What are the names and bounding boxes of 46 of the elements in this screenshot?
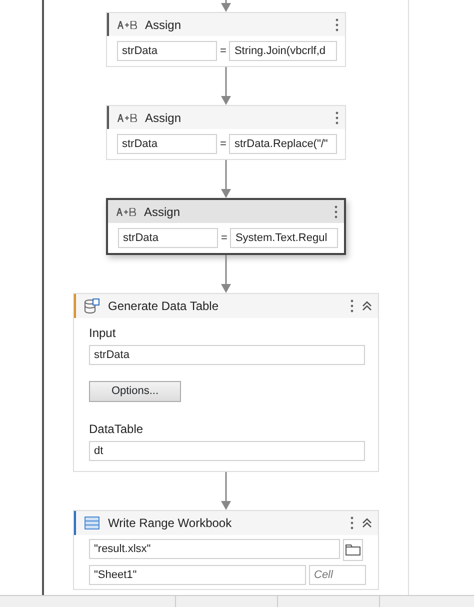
folder-icon: [345, 544, 361, 556]
connector-arrow: [221, 160, 231, 198]
collapse-icon[interactable]: [362, 301, 372, 311]
more-options-icon[interactable]: [335, 18, 339, 32]
input-field[interactable]: strData.Replace("/": [229, 134, 338, 154]
assign-icon: [117, 114, 137, 122]
spreadsheet-icon: [84, 516, 100, 530]
assign-icon: [117, 20, 137, 28]
browse-folder-button[interactable]: [343, 539, 363, 561]
input-field[interactable]: String.Join(vbcrlf,d: [229, 41, 338, 61]
connector-arrow: [221, 0, 231, 12]
activity-card[interactable]: Assign strData = System.Text.Regul: [106, 198, 346, 255]
more-options-icon[interactable]: [350, 516, 354, 530]
activity-title: Write Range Workbook: [108, 515, 233, 532]
equals-sign: =: [219, 44, 228, 59]
input-field[interactable]: strData: [118, 228, 218, 248]
input-field[interactable]: strData: [89, 345, 365, 365]
input-field[interactable]: "Sheet1": [89, 565, 306, 585]
activity-title: Assign: [145, 16, 182, 34]
more-options-icon[interactable]: [335, 110, 339, 124]
collapse-icon[interactable]: [362, 518, 372, 528]
connector-arrow: [221, 67, 231, 105]
activity-card[interactable]: Assign strData = strData.Replace("/": [106, 105, 346, 160]
activity-title: Assign: [145, 110, 182, 126]
field-label: DataTable: [89, 421, 144, 438]
activity-title: Generate Data Table: [108, 298, 220, 315]
connector-arrow: [221, 472, 231, 510]
equals-sign: =: [219, 136, 228, 152]
input-field[interactable]: dt: [89, 441, 365, 461]
input-field[interactable]: strData: [117, 134, 217, 154]
database-table-icon: [84, 298, 100, 314]
activity-card[interactable]: Generate Data Table Input strData Options... DataTable dt: [73, 293, 379, 472]
activity-card[interactable]: Assign strData = String.Join(vbcrlf,d: [106, 12, 346, 67]
assign-icon: [116, 208, 136, 216]
more-options-icon[interactable]: [350, 299, 354, 313]
connector-arrow: [221, 255, 231, 293]
activity-card[interactable]: Write Range Workbook "result.xlsx" "Sheet1" Cell: [73, 510, 379, 590]
activity-title: Assign: [144, 204, 182, 220]
input-field[interactable]: "result.xlsx": [89, 539, 340, 559]
more-options-icon[interactable]: [334, 204, 338, 218]
equals-sign: =: [220, 230, 228, 246]
input-field[interactable]: strData: [117, 41, 217, 61]
cell-field[interactable]: Cell: [309, 565, 366, 585]
input-field[interactable]: System.Text.Regul: [230, 228, 338, 248]
options-button[interactable]: Options...: [89, 381, 181, 402]
field-label: Input: [89, 325, 117, 342]
